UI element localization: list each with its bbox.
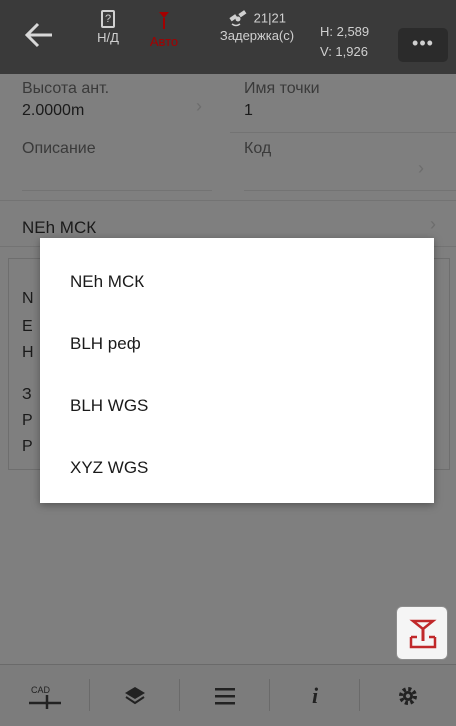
coord-label-partial: З — [22, 386, 32, 403]
coord-type-value: NEh МСК — [22, 218, 97, 237]
code-label: Код — [244, 140, 272, 157]
list-button[interactable] — [180, 665, 270, 726]
satellite-count: 21|21 — [253, 10, 286, 26]
gear-icon — [399, 686, 417, 705]
divider — [230, 132, 456, 133]
antenna-height-label: Высота ант. — [22, 80, 110, 97]
coord-label-partial: N — [22, 290, 34, 307]
stakeout-button[interactable] — [396, 606, 448, 660]
description-label: Описание — [22, 140, 96, 157]
point-name-field[interactable]: Имя точки 1 — [244, 80, 320, 120]
divider — [0, 200, 456, 201]
code-field[interactable]: Код — [244, 140, 271, 158]
status-header: ? Н/Д Авто 21|21 Задержка(с) H: 2,589 V:… — [0, 0, 456, 74]
h-precision: H: 2,589 — [320, 24, 370, 39]
cad-icon-label: CAD — [31, 685, 51, 695]
cad-button[interactable]: CAD — [0, 665, 90, 726]
description-field[interactable]: Описание — [22, 140, 96, 158]
rtk-status-text: Авто — [149, 34, 179, 49]
survey-point-icon — [409, 619, 437, 649]
coord-label-partial: H — [22, 344, 34, 361]
coordinate-type-dialog: NEh МСК BLH реф BLH WGS XYZ WGS — [40, 238, 434, 503]
more-menu-button[interactable]: ••• — [398, 28, 448, 62]
coord-label-partial: P — [22, 412, 33, 429]
delay-label: Задержка(с) — [219, 28, 295, 43]
option-blh-wgs[interactable]: BLH WGS — [70, 396, 148, 416]
point-name-label: Имя точки — [244, 80, 320, 97]
cad-icon: CAD — [29, 685, 61, 709]
info-button[interactable]: i — [270, 665, 360, 726]
chevron-right-icon: › — [418, 158, 424, 178]
satellite-icon — [229, 10, 247, 27]
rtk-status: Авто — [140, 10, 188, 49]
battery-icon: ? — [101, 10, 115, 28]
option-xyz-wgs[interactable]: XYZ WGS — [70, 458, 148, 478]
satellite-status: 21|21 Задержка(с) — [204, 10, 310, 43]
precision-readout: H: 2,589 V: 1,926 — [320, 22, 369, 62]
coord-label-partial: P — [22, 438, 33, 455]
divider — [22, 190, 212, 191]
option-neh-msk[interactable]: NEh МСК — [70, 272, 144, 292]
point-name-value: 1 — [244, 102, 253, 119]
back-arrow-icon[interactable] — [22, 18, 56, 52]
coord-label-partial: E — [22, 318, 33, 335]
settings-button[interactable] — [360, 665, 456, 726]
chevron-right-icon: › — [196, 96, 202, 116]
battery-text: Н/Д — [97, 30, 119, 45]
info-icon: i — [311, 682, 319, 708]
antenna-height-field[interactable]: Высота ант. 2.0000m — [22, 80, 109, 120]
layers-button[interactable] — [90, 665, 180, 726]
option-blh-ref[interactable]: BLH реф — [70, 334, 141, 354]
layers-icon — [125, 686, 145, 704]
antenna-height-value: 2.0000m — [22, 102, 85, 119]
chevron-right-icon: › — [430, 214, 436, 234]
antenna-icon — [159, 12, 169, 29]
menu-lines-icon — [215, 687, 235, 704]
bottom-toolbar: CAD i — [0, 664, 456, 726]
coord-type-selector[interactable]: NEh МСК — [22, 218, 96, 238]
battery-status: ? Н/Д — [88, 10, 128, 45]
divider — [244, 190, 456, 191]
v-precision: V: 1,926 — [320, 44, 368, 59]
